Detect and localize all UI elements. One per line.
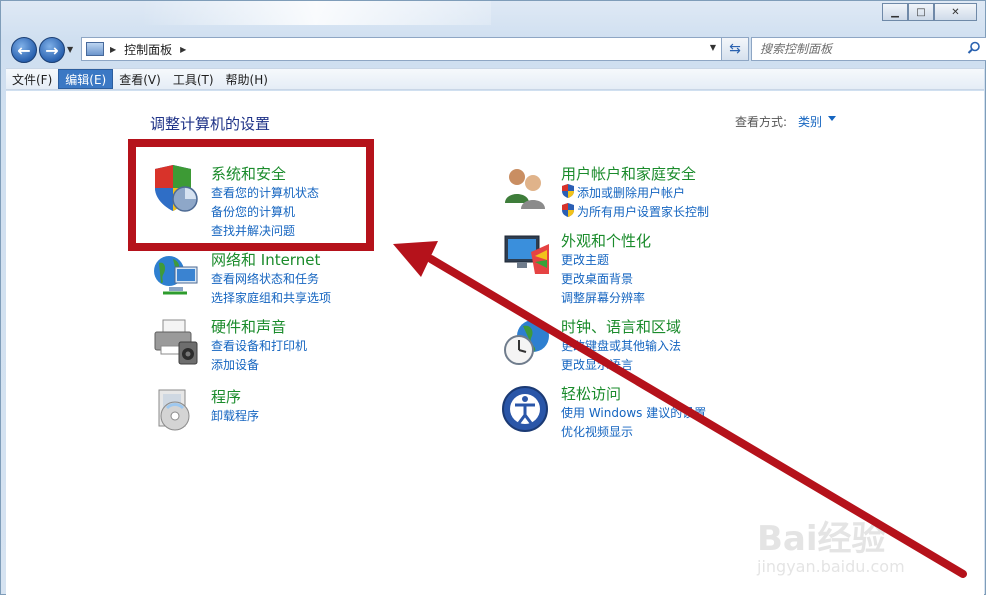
category-title[interactable]: 用户帐户和家庭安全	[561, 163, 696, 184]
close-button[interactable]: ✕	[934, 3, 977, 21]
category-title[interactable]: 网络和 Internet	[211, 249, 320, 270]
view-by-caret-icon[interactable]	[828, 116, 836, 121]
breadcrumb-chevron-icon[interactable]: ▶	[180, 45, 186, 54]
view-by-dropdown[interactable]: 类别	[798, 113, 822, 130]
maximize-button[interactable]: □	[908, 3, 934, 21]
arrow-right-icon: →	[45, 40, 59, 60]
category-link[interactable]: 查看设备和打印机	[211, 337, 307, 354]
control-panel-window: ▁ □ ✕ ← → ▼ ▶ 控制面板 ▶ ▼ ⇆ 文件(F) 编辑(E) 查看(…	[0, 0, 986, 595]
menu-bar: 文件(F) 编辑(E) 查看(V) 工具(T) 帮助(H)	[6, 68, 984, 90]
navigation-bar: ← → ▼ ▶ 控制面板 ▶ ▼ ⇆	[9, 34, 986, 64]
minimize-button[interactable]: ▁	[882, 3, 908, 21]
breadcrumb-control-panel[interactable]: 控制面板	[124, 41, 172, 58]
category-link[interactable]: 更改主题	[561, 251, 609, 268]
refresh-button[interactable]: ⇆	[721, 37, 749, 61]
category-link[interactable]: 卸载程序	[211, 407, 259, 424]
category-title[interactable]: 程序	[211, 386, 241, 407]
refresh-icon: ⇆	[729, 41, 741, 57]
clock-globe-icon[interactable]	[501, 316, 553, 368]
recent-pages-dropdown[interactable]: ▼	[67, 45, 73, 54]
menu-file[interactable]: 文件(F)	[6, 69, 58, 89]
menu-tools[interactable]: 工具(T)	[167, 69, 220, 89]
watermark-url: jingyan.baidu.com	[757, 557, 905, 576]
category-link[interactable]: 更改桌面背景	[561, 270, 633, 287]
page-title: 调整计算机的设置	[150, 115, 271, 133]
category-link[interactable]: 选择家庭组和共享选项	[211, 289, 331, 306]
uac-shield-icon	[562, 184, 574, 198]
back-button[interactable]: ←	[11, 37, 37, 63]
category-title[interactable]: 外观和个性化	[561, 230, 651, 251]
uac-shield-icon	[562, 203, 574, 217]
address-bar[interactable]: ▶ 控制面板 ▶ ▼	[81, 37, 723, 61]
breadcrumb-chevron-icon[interactable]: ▶	[110, 45, 116, 54]
programs-icon[interactable]	[151, 386, 203, 438]
forward-button[interactable]: →	[39, 37, 65, 63]
category-link[interactable]: 调整屏幕分辨率	[561, 289, 645, 306]
watermark-text: Bai经验	[757, 519, 886, 559]
address-dropdown-icon[interactable]: ▼	[710, 43, 716, 52]
category-title[interactable]: 时钟、语言和区域	[561, 316, 681, 337]
category-title[interactable]: 轻松访问	[561, 383, 621, 404]
printer-icon[interactable]	[151, 316, 203, 368]
category-link[interactable]: 为所有用户设置家长控制	[577, 203, 709, 220]
category-title[interactable]: 硬件和声音	[211, 316, 286, 337]
category-link[interactable]: 添加或删除用户帐户	[577, 184, 685, 201]
category-link[interactable]: 更改键盘或其他输入法	[561, 337, 681, 354]
baidu-watermark: Bai经验 jingyan.baidu.com	[757, 511, 937, 581]
users-icon[interactable]	[501, 163, 553, 215]
category-link[interactable]: 更改显示语言	[561, 356, 633, 373]
ease-of-access-icon[interactable]	[501, 383, 553, 435]
title-bar	[141, 1, 491, 25]
network-icon[interactable]	[151, 249, 203, 301]
menu-view[interactable]: 查看(V)	[113, 69, 167, 89]
monitor-icon[interactable]	[501, 230, 553, 282]
caption-buttons: ▁ □ ✕	[882, 3, 977, 21]
search-box[interactable]	[751, 37, 986, 61]
view-by-label: 查看方式:	[735, 115, 788, 129]
category-link[interactable]: 查看网络状态和任务	[211, 270, 319, 287]
category-link[interactable]: 优化视频显示	[561, 423, 633, 440]
search-icon[interactable]	[967, 41, 981, 55]
annotation-highlight-box	[128, 139, 374, 251]
menu-help[interactable]: 帮助(H)	[220, 69, 274, 89]
category-link[interactable]: 添加设备	[211, 356, 259, 373]
arrow-left-icon: ←	[17, 40, 31, 60]
menu-edit[interactable]: 编辑(E)	[58, 69, 114, 89]
category-link[interactable]: 使用 Windows 建议的设置	[561, 404, 706, 421]
search-input[interactable]	[760, 42, 970, 56]
control-panel-icon	[86, 42, 104, 56]
